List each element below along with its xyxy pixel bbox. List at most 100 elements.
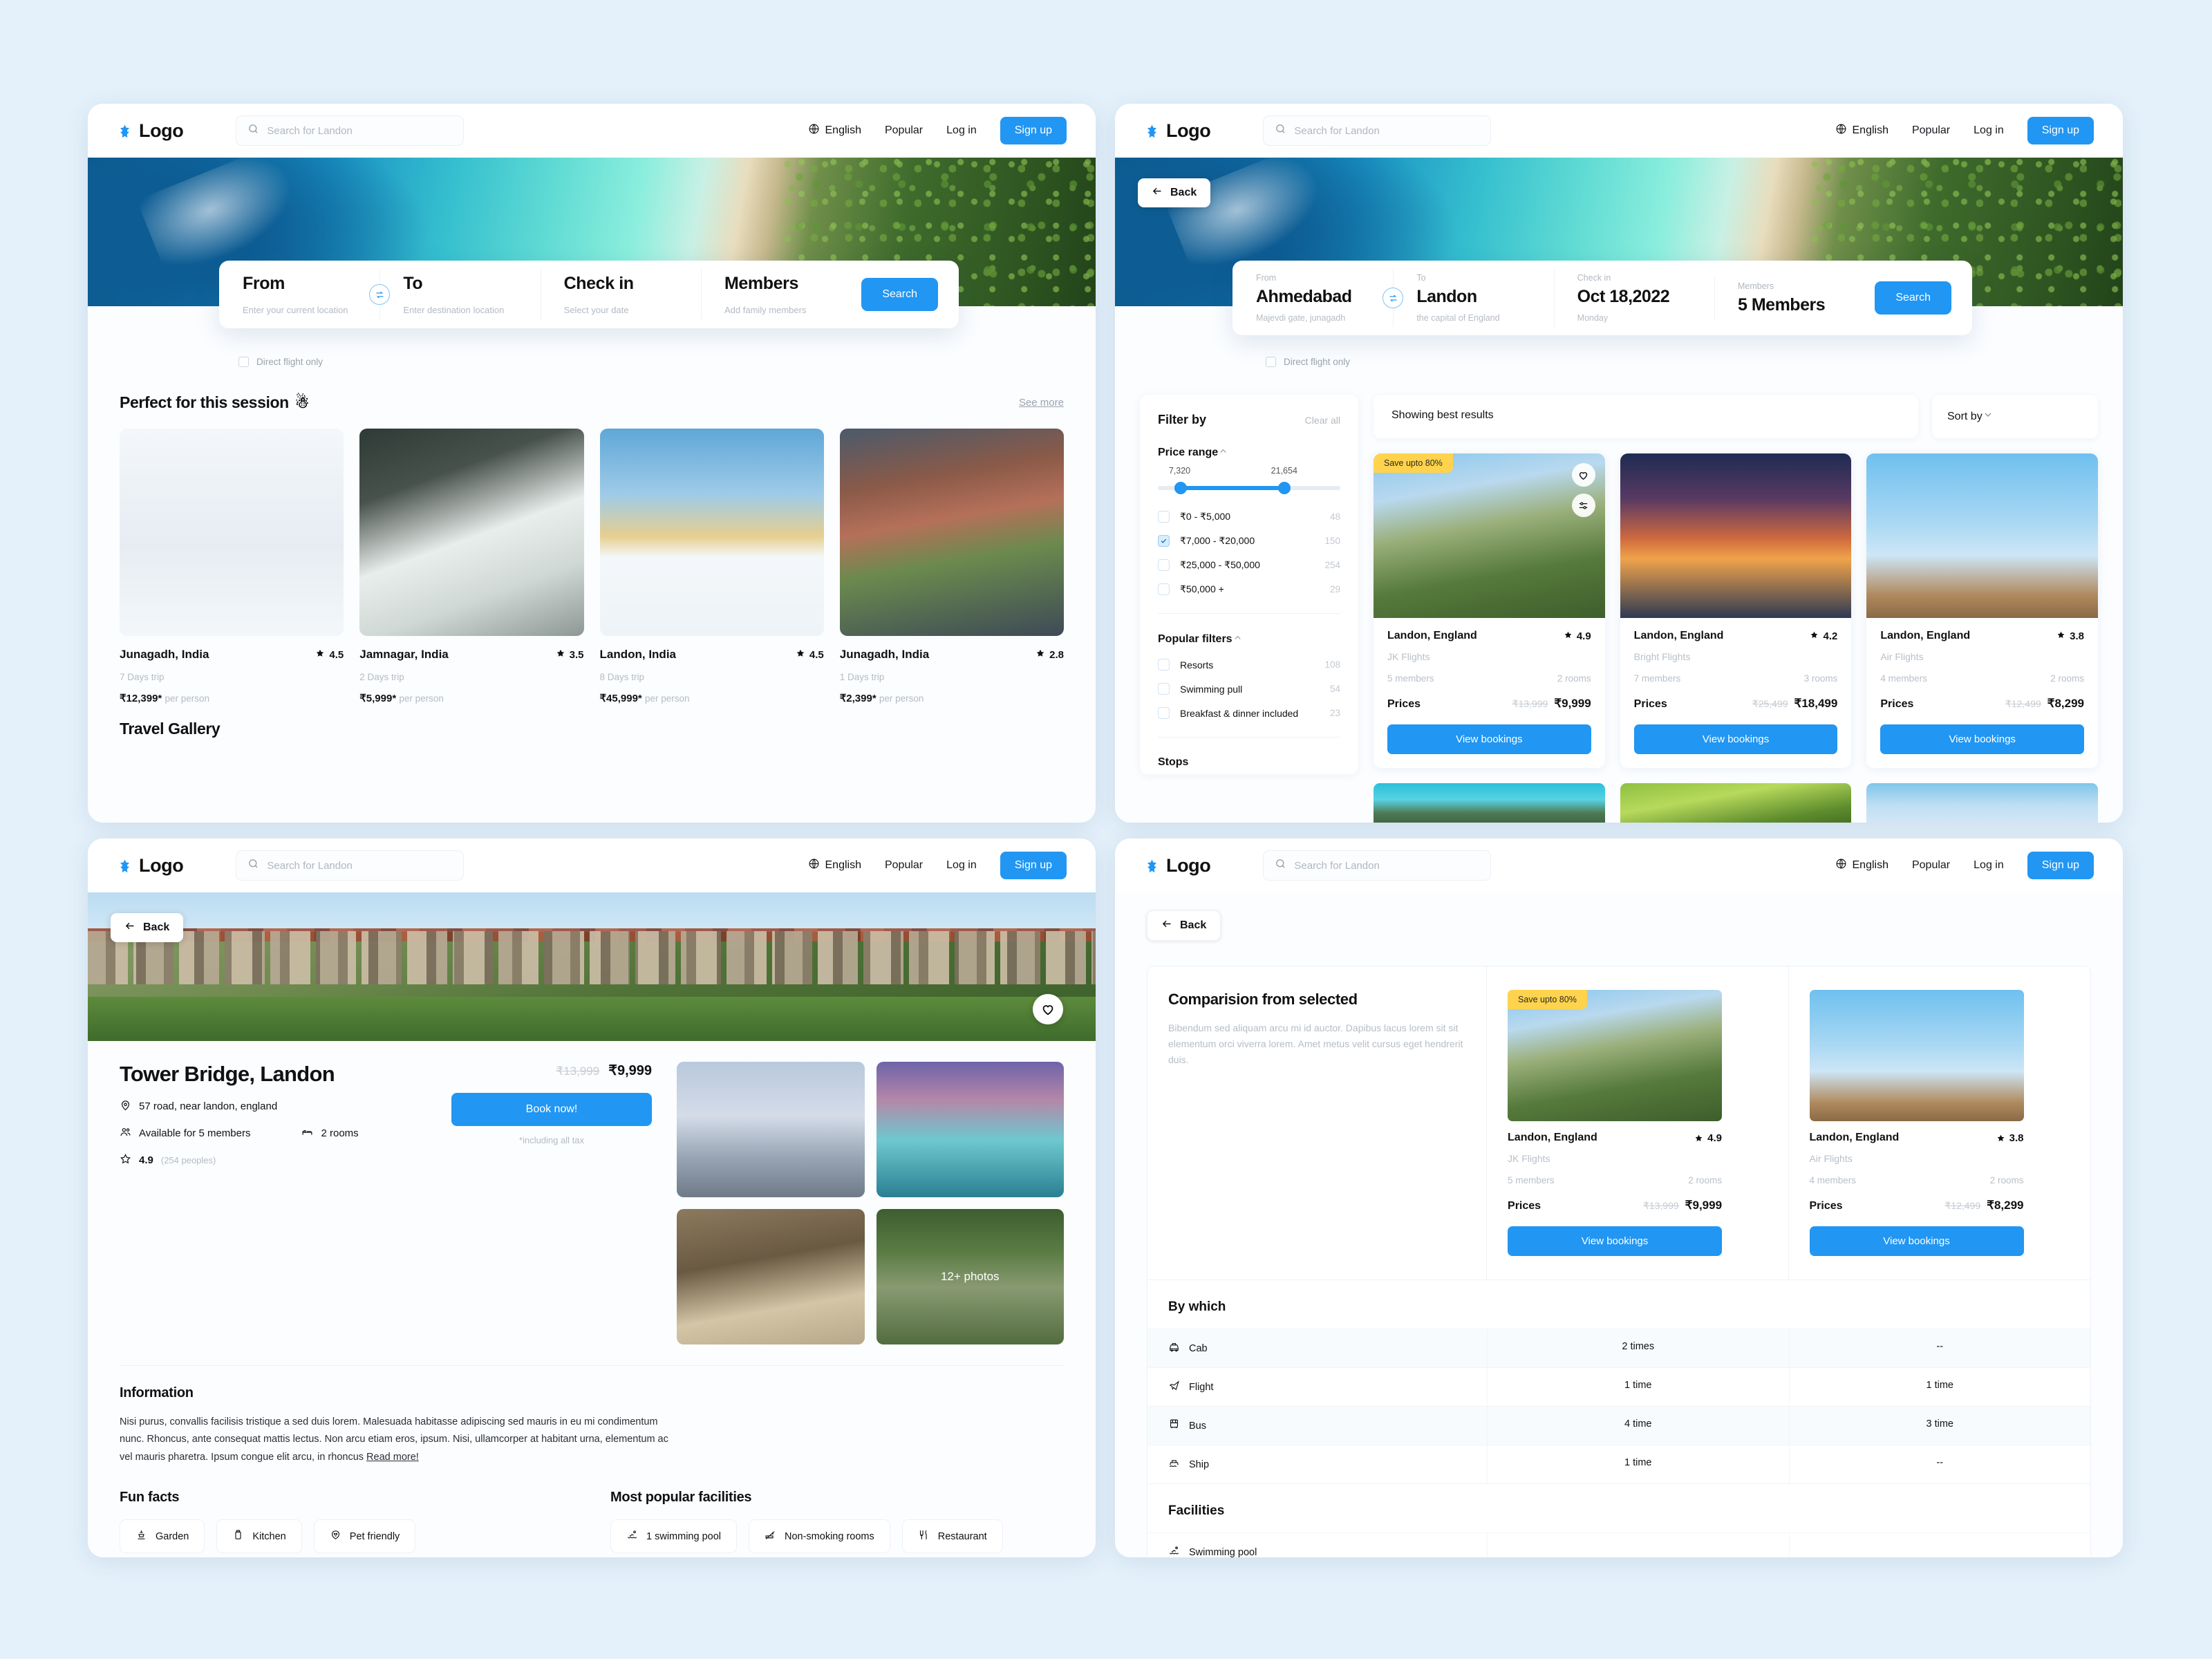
search-input[interactable]: [1294, 859, 1480, 872]
brand-logo[interactable]: Logo: [117, 855, 184, 877]
signup-button[interactable]: Sign up: [2027, 852, 2094, 879]
filter-option[interactable]: ₹0 - ₹5,000 48: [1158, 511, 1340, 523]
more-photos-overlay[interactable]: 12+ photos: [876, 1209, 1064, 1344]
gallery-photo[interactable]: [677, 1209, 865, 1344]
view-bookings-button[interactable]: View bookings: [1880, 724, 2085, 754]
from-field[interactable]: From Ahmedabad Majevdi gate, junagadh: [1232, 273, 1404, 323]
trip-card[interactable]: Jamnagar, India 3.5 2 Days trip ₹5,999* …: [359, 429, 584, 704]
price-range-slider[interactable]: 7,320 21,654: [1158, 466, 1340, 498]
brand-logo[interactable]: Logo: [117, 120, 184, 142]
see-more-link[interactable]: See more: [1019, 397, 1064, 409]
direct-flight-checkbox[interactable]: [1266, 357, 1276, 367]
stops-title[interactable]: Stops: [1158, 756, 1340, 769]
nav-popular[interactable]: Popular: [1912, 124, 1950, 137]
filter-option[interactable]: Breakfast & dinner included 23: [1158, 707, 1340, 719]
favorite-button[interactable]: [1571, 463, 1595, 487]
nav-login[interactable]: Log in: [1974, 124, 2004, 137]
back-button[interactable]: Back: [111, 913, 184, 942]
book-now-button[interactable]: Book now!: [451, 1093, 652, 1126]
filter-option[interactable]: ₹50,000 + 29: [1158, 583, 1340, 595]
from-field[interactable]: From Enter your current location: [219, 274, 391, 315]
global-search-box[interactable]: [236, 850, 465, 881]
direct-flight-option[interactable]: Direct flight only: [1266, 357, 1350, 367]
direct-flight-checkbox[interactable]: [238, 357, 249, 367]
search-input[interactable]: [267, 124, 453, 137]
search-button[interactable]: Search: [861, 278, 939, 311]
price-range-header[interactable]: Price range: [1158, 446, 1340, 460]
nav-popular[interactable]: Popular: [885, 124, 923, 137]
global-search-box[interactable]: [1263, 115, 1492, 146]
swap-locations-button[interactable]: [369, 284, 391, 305]
fun-fact-chip[interactable]: Garden: [120, 1519, 205, 1554]
result-photo-next-row[interactable]: [1620, 783, 1852, 823]
filter-option[interactable]: ₹7,000 - ₹20,000 150: [1158, 535, 1340, 547]
language-selector[interactable]: English: [1835, 858, 1888, 873]
trip-card[interactable]: Junagadh, India 4.5 7 Days trip ₹12,399*…: [120, 429, 344, 704]
to-field[interactable]: To Landon the capital of England: [1393, 269, 1553, 327]
trip-card[interactable]: Junagadh, India 2.8 1 Days trip ₹2,399* …: [839, 429, 1064, 704]
chevron-up-icon[interactable]: [1218, 446, 1228, 460]
slider-knob-max[interactable]: [1278, 482, 1291, 494]
nav-login[interactable]: Log in: [946, 859, 977, 872]
language-selector[interactable]: English: [808, 858, 861, 873]
gallery-photo[interactable]: 12+ photos: [876, 1209, 1064, 1344]
search-input[interactable]: [1294, 124, 1480, 137]
filter-option[interactable]: Resorts 108: [1158, 659, 1340, 671]
signup-button[interactable]: Sign up: [1000, 852, 1067, 879]
view-bookings-button[interactable]: View bookings: [1508, 1226, 1723, 1256]
checkin-field[interactable]: Check in Select your date: [540, 270, 701, 319]
filter-checkbox[interactable]: [1158, 511, 1170, 523]
brand-logo[interactable]: Logo: [1144, 120, 1211, 142]
filter-checkbox[interactable]: [1158, 659, 1170, 671]
nav-login[interactable]: Log in: [1974, 859, 2004, 872]
sort-by-dropdown[interactable]: Sort by: [1932, 395, 2098, 438]
back-button[interactable]: Back: [1147, 910, 1221, 941]
gallery-photo[interactable]: [876, 1062, 1064, 1197]
comparison-card[interactable]: Landon, England 3.8 Air Flights 4 member…: [1809, 990, 2024, 1256]
filter-checkbox[interactable]: [1158, 559, 1170, 571]
fun-fact-chip[interactable]: Kitchen: [216, 1519, 302, 1554]
compare-button[interactable]: [1571, 494, 1595, 517]
clear-all-button[interactable]: Clear all: [1305, 415, 1340, 426]
nav-popular[interactable]: Popular: [1912, 859, 1950, 872]
gallery-photo[interactable]: [677, 1062, 865, 1197]
global-search-box[interactable]: [1263, 850, 1492, 881]
search-button[interactable]: Search: [1875, 281, 1952, 315]
facility-chip[interactable]: Non-smoking rooms: [749, 1519, 890, 1554]
result-card[interactable]: Save upto 80% Landon, England 4.9 JK Fli…: [1374, 453, 1605, 768]
read-more-link[interactable]: Read more!: [366, 1452, 419, 1463]
checkin-field[interactable]: Check in Oct 18,2022 Monday: [1553, 269, 1714, 327]
search-input[interactable]: [267, 859, 453, 872]
filter-checkbox[interactable]: [1158, 683, 1170, 695]
filter-checkbox[interactable]: [1158, 707, 1170, 719]
members-field[interactable]: Members 5 Members: [1714, 276, 1875, 319]
result-photo-next-row[interactable]: [1866, 783, 2099, 823]
to-field[interactable]: To Enter destination location: [379, 270, 540, 319]
view-bookings-button[interactable]: View bookings: [1633, 724, 1838, 754]
signup-button[interactable]: Sign up: [2027, 117, 2094, 144]
signup-button[interactable]: Sign up: [1000, 117, 1067, 144]
filter-checkbox[interactable]: [1158, 535, 1170, 547]
comparison-card[interactable]: Save upto 80% Landon, England 4.9 JK Fli…: [1508, 990, 1723, 1256]
view-bookings-button[interactable]: View bookings: [1809, 1226, 2024, 1256]
facility-chip[interactable]: 1 swimming pool: [610, 1519, 737, 1554]
direct-flight-option[interactable]: Direct flight only: [238, 357, 323, 367]
chevron-up-icon[interactable]: [1232, 632, 1243, 646]
result-card[interactable]: Landon, England 3.8 Air Flights 4 member…: [1866, 453, 2099, 768]
global-search-box[interactable]: [236, 115, 465, 146]
language-selector[interactable]: English: [1835, 123, 1888, 138]
nav-login[interactable]: Log in: [946, 124, 977, 137]
back-button[interactable]: Back: [1138, 178, 1211, 207]
filter-option[interactable]: ₹25,000 - ₹50,000 254: [1158, 559, 1340, 571]
members-field[interactable]: Members Add family members: [700, 270, 861, 319]
language-selector[interactable]: English: [808, 123, 861, 138]
fun-fact-chip[interactable]: Pet friendly: [313, 1519, 416, 1554]
result-card[interactable]: Landon, England 4.2 Bright Flights 7 mem…: [1620, 453, 1852, 768]
filter-option[interactable]: Swimming pull 54: [1158, 683, 1340, 695]
nav-popular[interactable]: Popular: [885, 859, 923, 872]
trip-card[interactable]: Landon, India 4.5 8 Days trip ₹45,999* p…: [599, 429, 824, 704]
facility-chip[interactable]: Restaurant: [901, 1519, 1003, 1554]
popular-filters-header[interactable]: Popular filters: [1158, 632, 1340, 646]
favorite-button[interactable]: [1033, 994, 1063, 1024]
result-photo-next-row[interactable]: [1374, 783, 1605, 823]
